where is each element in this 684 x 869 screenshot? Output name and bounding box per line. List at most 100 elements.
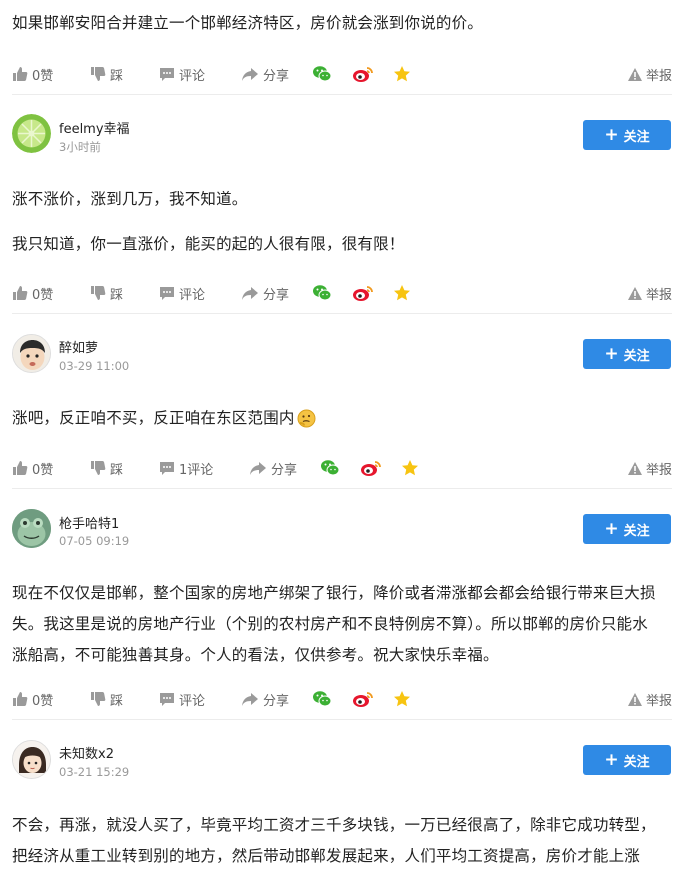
comment-label: 评论 [179,693,206,709]
weibo-icon [353,692,373,707]
dislike-label: 踩 [110,693,124,709]
star-icon [394,285,410,301]
share-weibo-button[interactable] [360,457,382,479]
share-label: 分享 [263,68,290,84]
follow-button[interactable]: + 关注 [583,514,671,544]
comment-line: 失。我这里是说的房地产行业（个别的农村房产和不良特例房不算）。所以邯郸的房价只能… [12,615,648,633]
weibo-icon [353,67,373,82]
comment-button[interactable]: 评论 [159,688,205,710]
like-count: 0赞 [32,693,54,709]
thumbs-down-icon [91,286,106,300]
user-avatar[interactable] [12,114,51,153]
follow-button[interactable]: + 关注 [583,745,671,775]
report-label: 举报 [645,287,672,303]
share-qzone-button[interactable] [393,688,411,710]
lime-avatar-icon [12,114,51,153]
wechat-icon [313,66,332,82]
comment-icon [160,67,174,81]
dislike-button[interactable]: 踩 [90,688,123,710]
share-qzone-button[interactable] [401,457,419,479]
post-time: 3小时前 [59,140,101,154]
report-button[interactable]: 举报 [627,282,672,304]
follow-button[interactable]: + 关注 [583,339,671,369]
thumbs-down-icon [91,692,106,706]
dislike-button[interactable]: 踩 [90,282,123,304]
report-button[interactable]: 举报 [627,688,672,710]
share-wechat-button[interactable] [320,457,340,479]
comment-button[interactable]: 评论 [159,282,205,304]
like-count: 0赞 [32,287,54,303]
frog-avatar-icon [12,509,51,548]
comment-icon [160,286,174,300]
share-wechat-button[interactable] [312,688,332,710]
girl-avatar-icon [13,741,50,778]
like-count: 0赞 [32,462,54,478]
like-button[interactable]: 0赞 [12,688,53,710]
report-button[interactable]: 举报 [627,63,672,85]
comment-text: 涨吧，反正咱不买，反正咱在东区范围内 [12,403,676,434]
star-icon [402,460,418,476]
share-wechat-button[interactable] [312,282,332,304]
comment-line: 现在不仅仅是邯郸，整个国家的房地产绑架了银行，降价或者滞涨都会都会给银行带来巨大… [12,584,656,602]
boy-avatar-icon [13,335,50,372]
username[interactable]: 未知数x2 [59,743,114,762]
report-label: 举报 [645,68,672,84]
share-label: 分享 [263,287,290,303]
user-avatar[interactable] [12,334,51,373]
comment-label: 评论 [179,287,206,303]
divider [12,94,672,95]
wechat-icon [313,691,332,707]
share-button[interactable]: 分享 [241,282,289,304]
follow-button[interactable]: + 关注 [583,120,671,150]
share-icon [242,286,258,300]
comment-button[interactable]: 1评论 [159,457,213,479]
divider [12,313,672,314]
share-weibo-button[interactable] [352,282,374,304]
thumbs-down-icon [91,461,106,475]
weibo-icon [353,286,373,301]
like-count: 0赞 [32,68,54,84]
user-avatar[interactable] [12,740,51,779]
dislike-button[interactable]: 踩 [90,457,123,479]
post-time: 03-29 11:00 [59,359,130,373]
share-wechat-button[interactable] [312,63,332,85]
thumbs-up-icon [13,286,28,300]
post-time: 07-05 09:19 [59,534,130,548]
divider [12,719,672,720]
plus-icon: + [604,343,619,364]
share-qzone-button[interactable] [393,63,411,85]
share-button[interactable]: 分享 [249,457,297,479]
thumbs-up-icon [13,692,28,706]
comment-line: 如果邯郸安阳合并建立一个邯郸经济特区，房价就会涨到你说的价。 [12,14,484,32]
share-weibo-button[interactable] [352,688,374,710]
like-button[interactable]: 0赞 [12,457,53,479]
post-time: 03-21 15:29 [59,765,130,779]
share-qzone-button[interactable] [393,282,411,304]
comment-line: 涨船高，不可能独善其身。个人的看法，仅供参考。祝大家快乐幸福。 [12,646,499,664]
share-button[interactable]: 分享 [241,63,289,85]
username[interactable]: 枪手哈特1 [59,513,119,532]
action-bar: 0赞 踩 评论 分享 举报 [12,688,672,710]
report-button[interactable]: 举报 [627,457,672,479]
username[interactable]: feelmy幸福 [59,118,130,137]
comment-line: 涨不涨价，涨到几万，我不知道。 [12,190,248,208]
username[interactable]: 醉如萝 [59,337,98,356]
follow-label: 关注 [623,348,650,364]
star-icon [394,691,410,707]
user-avatar[interactable] [12,509,51,548]
comment-line-text: 涨吧，反正咱不买，反正咱在东区范围内 [12,409,295,427]
dislike-button[interactable]: 踩 [90,63,123,85]
report-label: 举报 [645,693,672,709]
share-button[interactable]: 分享 [241,688,289,710]
dislike-label: 踩 [110,287,124,303]
like-button[interactable]: 0赞 [12,282,53,304]
share-label: 分享 [271,462,298,478]
share-icon [250,461,266,475]
follow-label: 关注 [623,129,650,145]
comment-line: 涨吧，反正咱不买，反正咱在东区范围内 [12,403,676,434]
star-icon [394,66,410,82]
like-button[interactable]: 0赞 [12,63,53,85]
share-weibo-button[interactable] [352,63,374,85]
comment-button[interactable]: 评论 [159,63,205,85]
action-bar: 0赞 踩 评论 分享 举报 [12,63,672,85]
